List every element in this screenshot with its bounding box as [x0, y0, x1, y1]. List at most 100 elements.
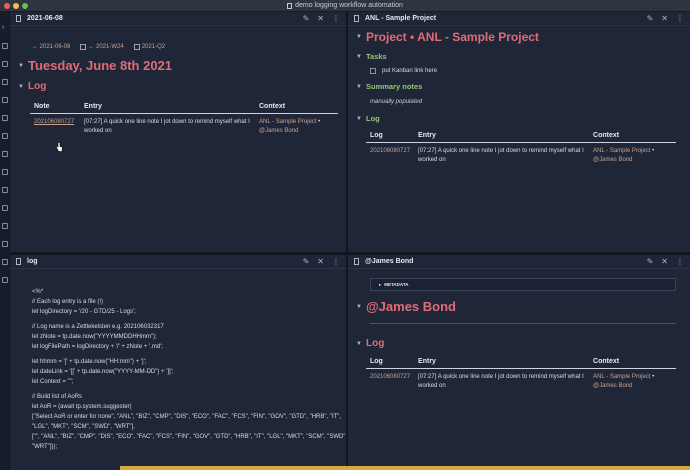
context-person-link[interactable]: @James Bond — [259, 128, 298, 134]
file-icon — [354, 258, 359, 265]
prev-day-link[interactable]: ← 2021-06-08 — [32, 44, 70, 50]
context-project-link[interactable]: ANL - Sample Project — [259, 119, 316, 125]
collapse-arrow-icon[interactable]: ▼ — [356, 341, 362, 347]
close-icon[interactable]: ✕ — [317, 257, 324, 266]
divider — [370, 323, 676, 324]
column-header: Entry — [414, 355, 590, 369]
quarter-link[interactable]: 2021-Q2 — [142, 44, 165, 50]
graph-icon[interactable] — [2, 43, 8, 49]
table-row: 202106080727 [07:27] A quick one line no… — [366, 369, 676, 396]
table-row: 202106080727 [07:27] A quick one line no… — [30, 114, 338, 141]
context-person-link[interactable]: @James Bond — [593, 383, 632, 389]
pointer-hand-icon — [55, 142, 63, 152]
code-line: let logDirectory = '/20 - GTD/25 - Logs'… — [32, 309, 136, 315]
metadata-toggle[interactable]: ▸ METADATA — [370, 278, 676, 291]
summary-text: manually populated — [370, 99, 423, 105]
expand-arrow-icon: ▸ — [379, 281, 382, 287]
context-person-link[interactable]: @James Bond — [593, 157, 632, 163]
collapse-arrow-icon[interactable]: ▼ — [18, 84, 24, 90]
context-project-link[interactable]: ANL - Sample Project — [593, 374, 650, 380]
entry-cell: [07:27] A quick one line note I jot down… — [84, 119, 250, 134]
log-table: Log Entry Context 202106080727 [07:27] A… — [366, 129, 676, 169]
help-icon[interactable] — [2, 259, 8, 265]
template-code[interactable]: <%* // Each log entry is a file (!) let lo… — [18, 287, 346, 452]
more-options-icon[interactable]: ⋮ — [332, 14, 340, 23]
pane-daily-note: 2021-06-08 ✎ ✕ ⋮ ← 2021-06-08 ← 2021-W24… — [10, 12, 346, 252]
expand-chevron-icon[interactable]: › — [2, 24, 9, 31]
collapse-arrow-icon[interactable]: ▼ — [356, 54, 362, 60]
collapse-arrow-icon[interactable]: ▼ — [356, 84, 362, 90]
pane-title: 2021-06-08 — [27, 15, 63, 22]
settings-icon[interactable] — [2, 277, 8, 283]
pane-title: @James Bond — [365, 258, 414, 265]
window-title: demo logging workflow automation — [295, 2, 403, 9]
more-options-icon[interactable]: ⋮ — [676, 257, 684, 266]
more-options-icon[interactable]: ⋮ — [676, 14, 684, 23]
context-separator: • — [650, 374, 655, 380]
page-heading: Tuesday, June 8th 2021 — [28, 58, 173, 73]
daily-note-icon[interactable] — [2, 115, 8, 121]
entry-cell: [07:27] A quick one line note I jot down… — [418, 374, 584, 389]
code-line: <%* — [32, 289, 44, 295]
log-heading: Log — [366, 114, 380, 123]
pane-title: ANL - Sample Project — [365, 15, 437, 22]
context-project-link[interactable]: ANL - Sample Project — [593, 148, 650, 154]
note-link[interactable]: 202106080727 — [34, 119, 74, 125]
more-options-icon[interactable]: ⋮ — [332, 257, 340, 266]
date-navigation: ← 2021-06-08 ← 2021-W24 2021-Q2 — [32, 44, 338, 50]
person-heading: @James Bond — [366, 299, 456, 314]
code-line: let hhmm = '[' + tp.date.now("HH:mm") + … — [32, 359, 147, 365]
minimize-window-button[interactable] — [13, 3, 19, 9]
close-icon[interactable]: ✕ — [317, 14, 324, 23]
document-icon — [287, 2, 293, 9]
column-header: Context — [255, 100, 338, 114]
collapse-arrow-icon[interactable]: ▼ — [356, 34, 362, 40]
close-window-button[interactable] — [4, 3, 10, 9]
slides-icon[interactable] — [2, 187, 8, 193]
code-line: ["", "ANL", "BIZ", "CMP", "DIS", "ECO", … — [32, 434, 346, 440]
calendar-icon — [80, 44, 87, 50]
audio-icon[interactable] — [2, 205, 8, 211]
code-line: "LGL", "MKT", "SCM", "SWD", "WRT"], — [32, 424, 135, 430]
sync-icon[interactable] — [2, 241, 8, 247]
table-row: 202106080727 [07:27] A quick one line no… — [366, 143, 676, 170]
code-line: let zNote = tp.date.now("YYYYMMDDHHmm"); — [32, 334, 157, 340]
note-link[interactable]: 202106080727 — [370, 148, 410, 154]
collapse-arrow-icon[interactable]: ▼ — [356, 304, 362, 310]
log-table: Log Entry Context 202106080727 [07:27] A… — [366, 355, 676, 395]
summary-heading: Summary notes — [366, 82, 423, 91]
kanban-icon[interactable] — [2, 133, 8, 139]
entry-cell: [07:27] A quick one line note I jot down… — [418, 148, 584, 163]
edit-pencil-icon[interactable]: ✎ — [303, 257, 310, 266]
file-icon — [354, 15, 359, 22]
prev-week-link[interactable]: ← 2021-W24 — [88, 44, 123, 50]
close-icon[interactable]: ✕ — [661, 14, 668, 23]
metadata-label: METADATA — [384, 282, 409, 287]
pane-header: log ✎ ✕ ⋮ — [10, 255, 346, 269]
code-line: ["Select AoR or enter for none", "ANL", … — [32, 414, 342, 420]
task-checkbox[interactable] — [370, 68, 376, 74]
code-line: "WRT"])); — [32, 444, 58, 450]
publish-icon[interactable] — [2, 223, 8, 229]
edit-pencil-icon[interactable]: ✎ — [647, 257, 654, 266]
pane-log-template: log ✎ ✕ ⋮ <%* // Each log entry is a file… — [10, 255, 346, 470]
zoom-window-button[interactable] — [22, 3, 28, 9]
log-table: Note Entry Context 202106080727 [07:27] … — [30, 100, 338, 140]
edit-pencil-icon[interactable]: ✎ — [303, 14, 310, 23]
collapse-arrow-icon[interactable]: ▼ — [18, 63, 24, 69]
note-link[interactable]: 202106080727 — [370, 374, 410, 380]
template-icon[interactable] — [2, 97, 8, 103]
collapse-arrow-icon[interactable]: ▼ — [356, 116, 362, 122]
file-icon — [16, 15, 21, 22]
code-line: let AoR = (await tp.system.suggester( — [32, 404, 132, 410]
column-header: Entry — [80, 100, 255, 114]
command-icon[interactable] — [2, 151, 8, 157]
close-icon[interactable]: ✕ — [661, 257, 668, 266]
tag-icon[interactable] — [2, 169, 8, 175]
edit-pencil-icon[interactable]: ✎ — [647, 14, 654, 23]
column-header: Note — [30, 100, 80, 114]
pane-header: @James Bond ✎ ✕ ⋮ — [348, 255, 690, 269]
search-icon[interactable] — [2, 61, 8, 67]
calendar-icon[interactable] — [2, 79, 8, 85]
pane-header: 2021-06-08 ✎ ✕ ⋮ — [10, 12, 346, 26]
